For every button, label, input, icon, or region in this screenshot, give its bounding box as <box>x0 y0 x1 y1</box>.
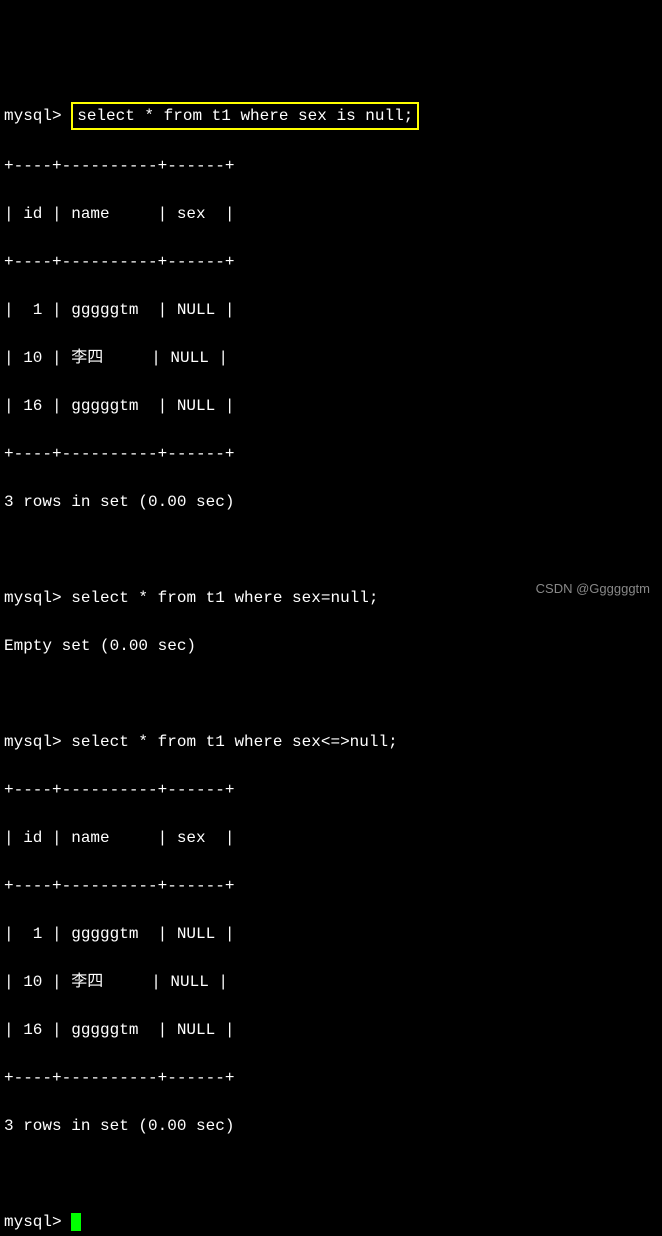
table-row: | 1 | gggggtm | NULL | <box>4 922 658 946</box>
prompt-line[interactable]: mysql> <box>4 1210 658 1234</box>
table-row: | 1 | gggggtm | NULL | <box>4 298 658 322</box>
blank-line <box>4 682 658 706</box>
table-row: | 16 | gggggtm | NULL | <box>4 1018 658 1042</box>
result-summary: 3 rows in set (0.00 sec) <box>4 1114 658 1138</box>
query-line-1: mysql> select * from t1 where sex is nul… <box>4 102 658 130</box>
watermark: CSDN @Ggggggtm <box>536 579 650 599</box>
query-1-text: select * from t1 where sex is null; <box>77 107 413 125</box>
mysql-prompt: mysql> <box>4 107 62 125</box>
table-border-mid: +----+----------+------+ <box>4 874 658 898</box>
table-border-top: +----+----------+------+ <box>4 154 658 178</box>
table-border-bottom: +----+----------+------+ <box>4 442 658 466</box>
blank-line <box>4 538 658 562</box>
empty-result: Empty set (0.00 sec) <box>4 634 658 658</box>
table-row: | 16 | gggggtm | NULL | <box>4 394 658 418</box>
query-line-3: mysql> select * from t1 where sex<=>null… <box>4 730 658 754</box>
mysql-prompt: mysql> <box>4 733 62 751</box>
blank-line <box>4 1162 658 1186</box>
mysql-prompt: mysql> <box>4 1213 62 1231</box>
cursor-icon <box>71 1213 81 1231</box>
query-3-text: select * from t1 where sex<=>null; <box>71 733 397 751</box>
table-border-bottom: +----+----------+------+ <box>4 1066 658 1090</box>
table-header: | id | name | sex | <box>4 202 658 226</box>
mysql-prompt: mysql> <box>4 589 62 607</box>
table-row: | 10 | 李四 | NULL | <box>4 346 658 370</box>
table-row: | 10 | 李四 | NULL | <box>4 970 658 994</box>
table-border-mid: +----+----------+------+ <box>4 250 658 274</box>
table-border-top: +----+----------+------+ <box>4 778 658 802</box>
query-2-text: select * from t1 where sex=null; <box>71 589 378 607</box>
highlighted-query: select * from t1 where sex is null; <box>71 102 419 130</box>
result-summary: 3 rows in set (0.00 sec) <box>4 490 658 514</box>
table-header: | id | name | sex | <box>4 826 658 850</box>
